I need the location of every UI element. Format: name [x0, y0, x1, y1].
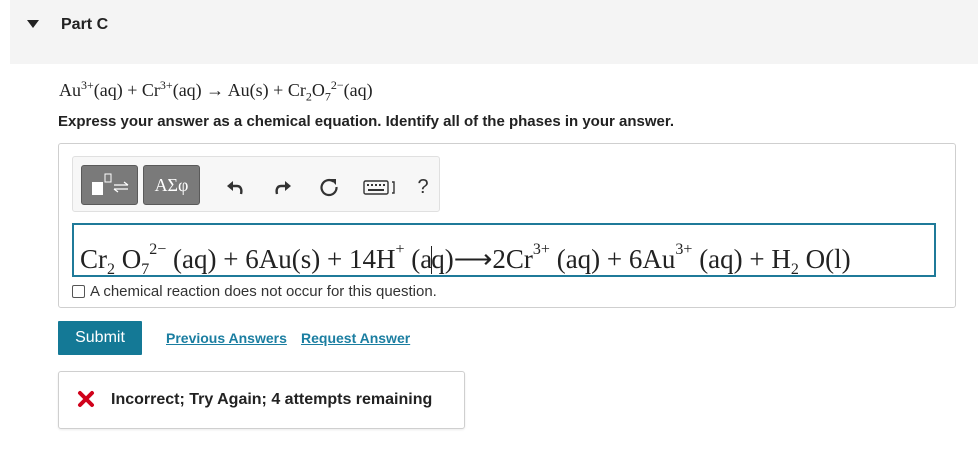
answer-input[interactable]: Cr2 O72− (aq) + 6Au(s) + 14H+ (aq)⟶2Cr3+… [72, 223, 936, 278]
answer-eq-text: Cr [80, 244, 107, 274]
answer-eq-text: (aq) + 6Au [549, 244, 676, 274]
collapse-caret-icon[interactable] [27, 20, 39, 28]
problem-eq-text: (aq) + Cr [93, 80, 160, 100]
feedback-message: Incorrect; Try Again; 4 attempts remaini… [111, 391, 433, 408]
templates-button[interactable] [81, 165, 138, 205]
no-reaction-option[interactable]: A chemical reaction does not occur for t… [72, 283, 437, 300]
help-icon[interactable]: ? [412, 176, 434, 198]
answer-eq-text: (aq) + H [692, 244, 791, 274]
submit-button[interactable]: Submit [58, 321, 142, 355]
previous-answers-link[interactable]: Previous Answers [166, 330, 287, 346]
answer-eq-text: O(l) [798, 244, 851, 274]
symbols-button[interactable]: ΑΣφ [143, 165, 200, 205]
problem-eq-text: (aq) [343, 80, 373, 100]
problem-eq-text: Au [59, 80, 81, 100]
answer-eq-text: (a [404, 244, 433, 274]
problem-eq-text: O [311, 80, 325, 100]
undo-icon[interactable] [224, 176, 246, 198]
part-title: Part C [61, 16, 109, 33]
symbols-icon: ΑΣφ [154, 174, 189, 195]
answer-eq-superscript: 2− [149, 241, 167, 258]
answer-eq-text: q)⟶2Cr [431, 244, 533, 274]
problem-equation: Au3+(aq) + Cr3+(aq) → Au(s) + Cr2O72−(aq… [59, 78, 373, 105]
no-reaction-checkbox[interactable] [72, 285, 85, 298]
answer-eq-text: O [115, 244, 142, 274]
instructions: Express your answer as a chemical equati… [58, 113, 675, 130]
redo-icon[interactable] [272, 176, 294, 198]
request-answer-link[interactable]: Request Answer [301, 330, 410, 346]
feedback-box: Incorrect; Try Again; 4 attempts remaini… [58, 371, 465, 429]
no-reaction-label: A chemical reaction does not occur for t… [90, 283, 437, 300]
part-header[interactable] [10, 0, 978, 64]
incorrect-x-icon [78, 391, 94, 407]
templates-icon [91, 173, 128, 195]
reset-icon[interactable] [318, 176, 340, 198]
answer-eq-text: (aq) + 6Au(s) + 14H [166, 244, 396, 274]
problem-eq-superscript: 3+ [81, 78, 94, 92]
problem-eq-superscript: 2− [330, 78, 344, 92]
keyboard-icon[interactable] [363, 176, 399, 198]
answer-eq-subscript: 7 [141, 261, 150, 278]
answer-eq-subscript: 2 [790, 261, 799, 278]
answer-eq-superscript: 3+ [675, 241, 693, 258]
problem-eq-superscript: 3+ [159, 78, 173, 92]
answer-eq-subscript: 2 [107, 261, 115, 278]
answer-eq-superscript: 3+ [532, 241, 550, 258]
problem-eq-text: (aq) → Au(s) + Cr [172, 80, 306, 100]
